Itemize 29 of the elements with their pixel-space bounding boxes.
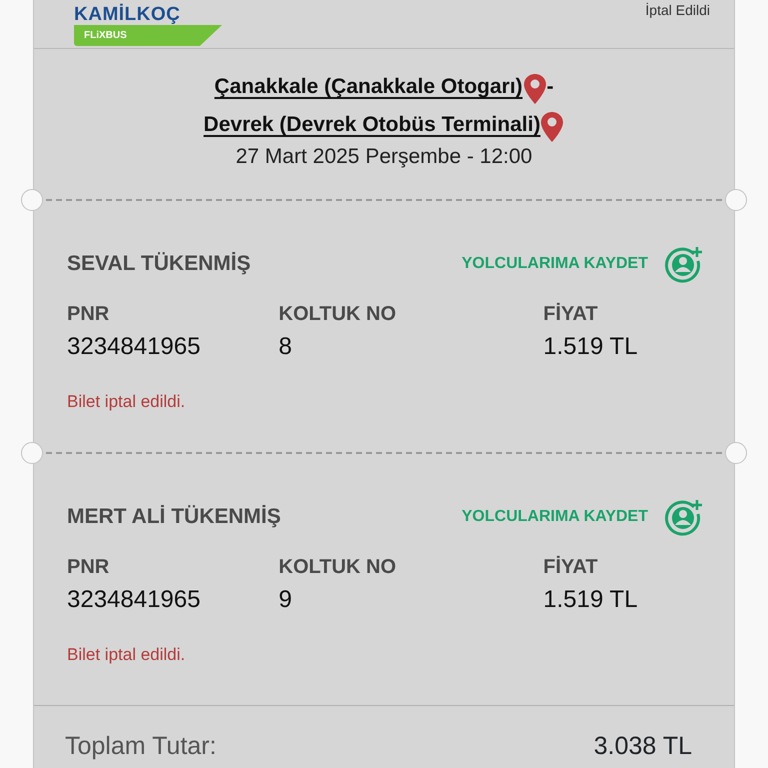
sub-brand-logo: FLiXBUS [74, 25, 222, 46]
field-value: 1.519 TL [543, 332, 638, 362]
trip-date: 27 Mart 2025 Perşembe - 12:00 [236, 145, 532, 168]
field-label: KOLTUK NO [278, 302, 396, 326]
field-label: PNR [67, 554, 110, 580]
field-value: 3234841965 [67, 584, 200, 614]
route-separator: - [546, 75, 554, 98]
origin-link[interactable]: Çanakkale (Çanakkale Otogarı) [214, 75, 523, 98]
map-pin-icon [540, 111, 564, 144]
status-text: İptal Edildi [645, 1, 710, 20]
field-label: PNR [67, 302, 110, 326]
cancel-notice: Bilet iptal edildi. [67, 392, 186, 410]
total-amount: 3.038 TL [594, 730, 692, 762]
field-value: 8 [278, 332, 292, 362]
total-label: Toplam Tutar: [65, 730, 216, 762]
field-value: 1.519 TL [543, 584, 638, 614]
passenger-name: MERT ALİ TÜKENMİŞ [67, 504, 281, 530]
field-label: FİYAT [543, 302, 598, 326]
cancel-notice: Bilet iptal edildi. [67, 644, 186, 664]
destination-link[interactable]: Devrek (Devrek Otobüs Terminali) [204, 113, 540, 136]
map-pin-icon [522, 73, 547, 106]
field-value: 9 [278, 584, 292, 614]
field-value: 3234841965 [67, 332, 200, 362]
field-label: KOLTUK NO [278, 554, 396, 580]
add-person-icon[interactable] [664, 498, 702, 536]
field-label: FİYAT [543, 554, 598, 580]
brand-logo: KAMİLKOÇ [74, 5, 180, 25]
passenger-name: SEVAL TÜKENMİŞ [67, 250, 251, 277]
add-person-icon[interactable] [664, 244, 702, 282]
